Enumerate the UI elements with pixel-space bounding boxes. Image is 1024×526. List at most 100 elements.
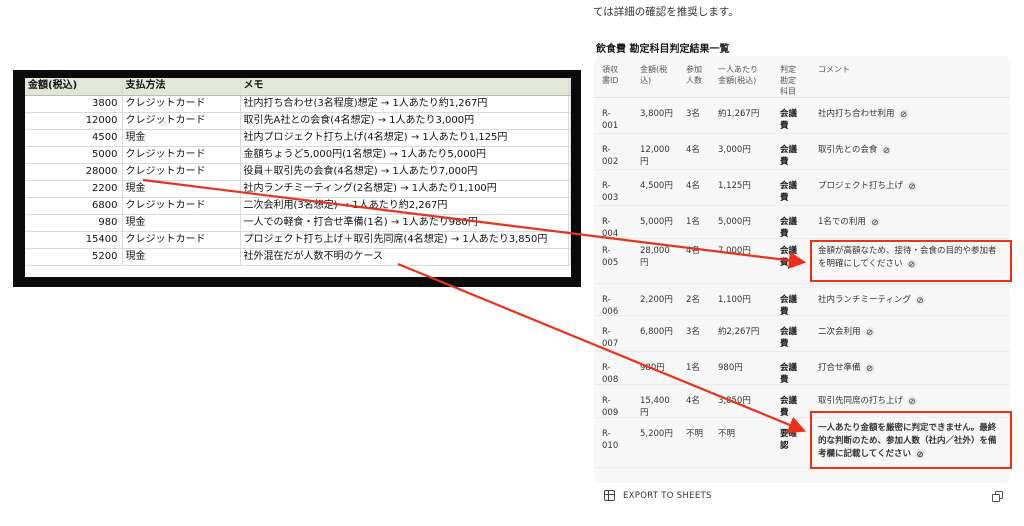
result-table-header: 領収 書ID 金額(税 込) 参加 人数 一人あたり 金額(税込) 判定 勘定 …	[594, 62, 1010, 98]
cell-people: 3名	[686, 327, 700, 337]
cell-memo[interactable]: 社内ランチミーティング(2名想定) → 1人あたり1,100円	[240, 180, 569, 198]
cell-empty[interactable]	[568, 214, 571, 232]
cell-per-person: 約1,267円	[718, 109, 760, 119]
link-icon[interactable]: ⊘	[898, 108, 909, 120]
cell-decision: 会議 費	[780, 246, 798, 268]
cell-amount[interactable]: 15400	[25, 231, 123, 249]
cell-decision: 会議 費	[780, 145, 798, 167]
spreadsheet-frame: 金額(税込) 支払方法 メモ 3800 クレジットカード 社内打ち合わせ(3名程度)…	[13, 70, 581, 287]
header-method[interactable]: 支払方法	[122, 78, 241, 96]
spreadsheet: 金額(税込) 支払方法 メモ 3800 クレジットカード 社内打ち合わせ(3名程度)…	[25, 78, 571, 277]
cell-decision: 会議 費	[780, 363, 798, 385]
cell-amount[interactable]: 980	[25, 214, 123, 232]
cell-method[interactable]: 現金	[122, 129, 241, 147]
copy-icon[interactable]	[992, 491, 1003, 502]
export-to-sheets-button[interactable]: EXPORT TO SHEETS	[604, 490, 712, 501]
cell-amount[interactable]: 28000	[25, 163, 123, 181]
header-memo[interactable]: メモ	[240, 78, 569, 96]
cell-per-person: 1,100円	[718, 295, 751, 305]
spreadsheet-row: 980 現金 一人での軽食・打合せ準備(1名) → 1人あたり980円	[25, 214, 571, 232]
cell-empty[interactable]	[568, 180, 571, 198]
cell-amount[interactable]: 6800	[25, 197, 123, 215]
highlight-box-r010	[810, 411, 1012, 469]
cell-method[interactable]: クレジットカード	[122, 112, 241, 130]
cell-empty[interactable]	[568, 129, 571, 147]
comment-text: 取引先同席の打ち上げ	[818, 396, 904, 406]
cell-amount: 5,000円	[640, 217, 673, 227]
link-icon[interactable]: ⊘	[881, 144, 892, 156]
cell-decision: 会議 費	[780, 217, 798, 239]
cell-memo[interactable]: 金額ちょうど5,000円(1名想定) → 1人あたり5,000円	[240, 146, 569, 164]
cell-empty[interactable]	[568, 146, 571, 164]
cell-amount: 980円	[640, 363, 665, 373]
cell-empty[interactable]	[568, 95, 571, 113]
cell-comment: 打合せ準備 ⊘	[818, 362, 1004, 375]
cell-amount[interactable]: 3800	[25, 95, 123, 113]
cell-memo[interactable]: 社内プロジェクト打ち上げ(4名想定) → 1人あたり1,125円	[240, 129, 569, 147]
cell-memo[interactable]: 二次会利用(3名想定) → 1人あたり約2,267円	[240, 197, 569, 215]
highlight-box-r005	[810, 240, 1012, 282]
cell-method[interactable]: クレジットカード	[122, 231, 241, 249]
panel-title: 飲食費 勘定科目判定結果一覧	[596, 44, 730, 55]
cell-method[interactable]: クレジットカード	[122, 146, 241, 164]
result-row: R- 002 12,000 円 4名 3,000円 会議 費 取引先との会食 ⊘	[594, 134, 1010, 170]
cell-method[interactable]: 現金	[122, 214, 241, 232]
link-icon[interactable]: ⊘	[915, 294, 925, 306]
cell-people: 不明	[686, 429, 704, 439]
comment-text: プロジェクト打ち上げ	[818, 181, 904, 191]
cell-receipt-id: R- 009	[602, 396, 619, 418]
cell-method[interactable]: 現金	[122, 248, 241, 266]
link-icon[interactable]: ⊘	[864, 362, 875, 374]
cell-empty[interactable]	[568, 112, 571, 130]
spreadsheet-header-row: 金額(税込) 支払方法 メモ	[25, 78, 571, 96]
cell-memo[interactable]: 社内打ち合わせ(3名程度)想定 → 1人あたり約1,267円	[240, 95, 569, 113]
cell-receipt-id: R- 004	[602, 217, 619, 239]
header-amount[interactable]: 金額(税込)	[25, 78, 123, 96]
cell-people: 4名	[686, 181, 700, 191]
cell-comment: 取引先との会食 ⊘	[818, 144, 1004, 157]
link-icon[interactable]: ⊘	[907, 395, 918, 407]
link-icon[interactable]: ⊘	[869, 216, 880, 228]
cell-method[interactable]: クレジットカード	[122, 197, 241, 215]
cell-amount[interactable]: 2200	[25, 180, 123, 198]
cell-receipt-id: R- 007	[602, 327, 619, 349]
cell-amount: 2,200円	[640, 295, 673, 305]
cell-memo[interactable]: プロジェクト打ち上げ＋取引先同席(4名想定) → 1人あたり3,850円	[240, 231, 569, 249]
spreadsheet-row: 5000 クレジットカード 金額ちょうど5,000円(1名想定) → 1人あたり5,…	[25, 146, 571, 164]
spreadsheet-row: 3800 クレジットカード 社内打ち合わせ(3名程度)想定 → 1人あたり約1,26…	[25, 95, 571, 113]
cell-receipt-id: R- 010	[602, 429, 619, 451]
cell-method[interactable]: クレジットカード	[122, 163, 241, 181]
cell-amount[interactable]: 5000	[25, 146, 123, 164]
comment-text: 社内ランチミーティング	[818, 295, 911, 305]
comment-text: 二次会利用	[818, 327, 861, 337]
col-receipt-id: 領収 書ID	[602, 65, 619, 85]
cell-method[interactable]: クレジットカード	[122, 95, 241, 113]
cell-per-person: 約2,267円	[718, 327, 760, 337]
cell-empty[interactable]	[568, 163, 571, 181]
cell-amount[interactable]: 5200	[25, 248, 123, 266]
cell-memo[interactable]: 社外混在だが人数不明のケース	[240, 248, 569, 266]
cell-memo[interactable]: 取引先A社との会食(4名想定) → 1人あたり3,000円	[240, 112, 569, 130]
cell-memo[interactable]: 一人での軽食・打合せ準備(1名) → 1人あたり980円	[240, 214, 569, 232]
link-icon[interactable]: ⊘	[907, 180, 918, 192]
sheets-grid-icon	[604, 490, 615, 501]
cell-empty[interactable]	[568, 231, 571, 249]
cell-empty[interactable]	[568, 197, 571, 215]
cell-comment: 社内ランチミーティング ⊘	[818, 294, 1004, 307]
cell-decision: 会議 費	[780, 327, 798, 349]
comment-text: 打合せ準備	[818, 363, 861, 373]
cell-amount[interactable]: 12000	[25, 112, 123, 130]
cell-memo[interactable]: 役員＋取引先の会食(4名想定) → 1人あたり7,000円	[240, 163, 569, 181]
spreadsheet-row: 28000 クレジットカード 役員＋取引先の会食(4名想定) → 1人あたり7,00…	[25, 163, 571, 181]
cell-comment: 取引先同席の打ち上げ ⊘	[818, 395, 1004, 408]
cell-empty[interactable]	[568, 248, 571, 266]
cell-method[interactable]: 現金	[122, 180, 241, 198]
cell-comment: 二次会利用 ⊘	[818, 326, 1004, 339]
result-row: R- 006 2,200円 2名 1,100円 会議 費 社内ランチミーティング ⊘	[594, 284, 1010, 317]
header-empty[interactable]	[568, 78, 571, 96]
cell-amount: 4,500円	[640, 181, 673, 191]
cell-decision: 会議 費	[780, 295, 798, 317]
cell-amount[interactable]: 4500	[25, 129, 123, 147]
cell-people: 4名	[686, 246, 700, 256]
link-icon[interactable]: ⊘	[864, 326, 875, 338]
